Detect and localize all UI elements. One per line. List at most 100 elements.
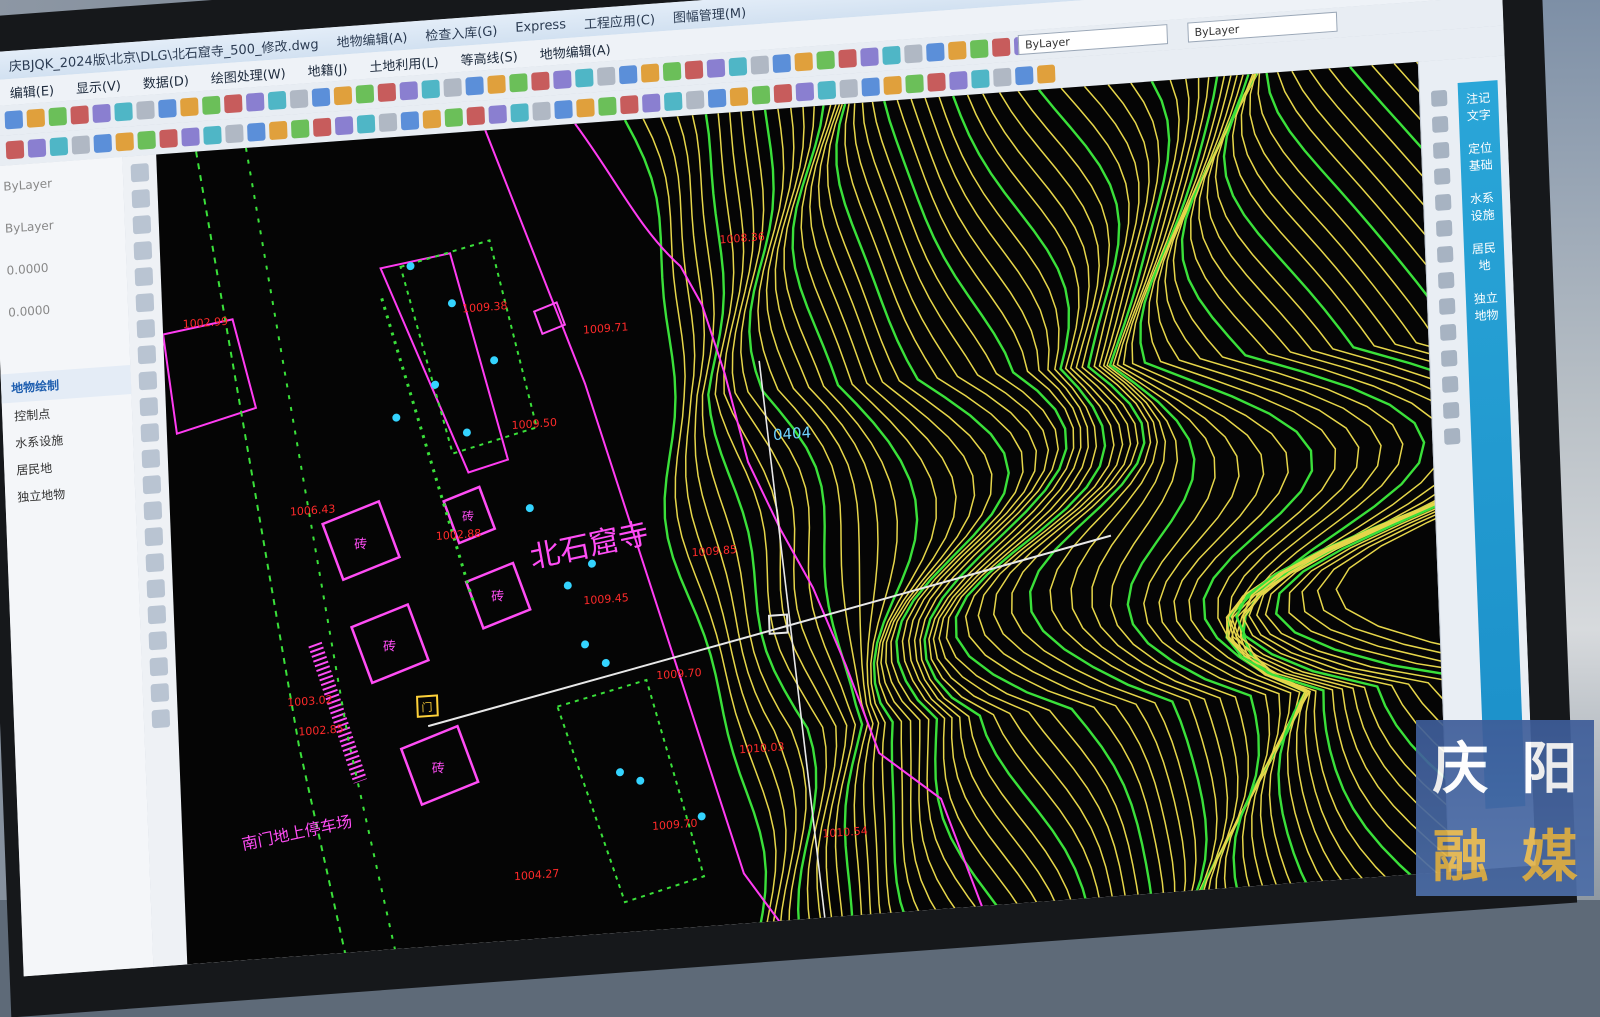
toolbar-button[interactable] [729,86,749,107]
menu-cadastre[interactable]: 地籍(J) [307,58,347,80]
menu-feature[interactable]: 地物编辑(A) [539,38,610,62]
palette-tab[interactable]: 居民地 [1463,230,1505,283]
palette-icon[interactable] [1433,167,1451,185]
draw-tool-button[interactable] [143,501,163,521]
toolbar-button[interactable] [115,132,135,152]
draw-tool-button[interactable] [140,423,160,443]
draw-tool-button[interactable] [132,215,152,235]
menu-view[interactable]: 显示(V) [76,74,122,96]
toolbar-button[interactable] [180,97,199,117]
toolbar-button[interactable] [641,93,661,113]
toolbar-button[interactable] [860,47,879,67]
toolbar-button[interactable] [598,96,617,116]
palette-icon[interactable] [1443,427,1461,445]
toolbar-button[interactable] [839,78,859,99]
toolbar-button[interactable] [993,67,1012,87]
toolbar-button[interactable] [114,102,133,122]
toolbar-button[interactable] [532,101,551,121]
toolbar-button[interactable] [662,61,682,82]
palette-icon[interactable] [1435,219,1453,237]
prop-y[interactable]: 0.0000 [0,283,129,335]
toolbar-button[interactable] [618,65,638,85]
menu-express[interactable]: Express [515,17,566,36]
toolbar-button[interactable] [70,105,89,125]
toolbar-button[interactable] [4,110,24,130]
draw-tool-button[interactable] [151,709,171,729]
palette-icon[interactable] [1442,401,1460,419]
palette-tab[interactable]: 注记文字 [1458,80,1500,133]
draw-tool-button[interactable] [138,371,158,391]
toolbar-button[interactable] [883,75,902,96]
toolbar-button[interactable] [311,87,331,107]
draw-tool-button[interactable] [130,163,150,183]
toolbar-button[interactable] [136,100,155,120]
toolbar-button[interactable] [421,79,441,99]
toolbar-button[interactable] [333,86,353,106]
toolbar-button[interactable] [378,112,398,133]
toolbar-button[interactable] [663,91,683,112]
toolbar-button[interactable] [882,45,901,66]
toolbar-button[interactable] [203,125,222,145]
menu-check-import[interactable]: 检查入库(G) [425,20,498,44]
palette-icon[interactable] [1439,323,1457,341]
toolbar-button[interactable] [684,60,704,80]
toolbar-button[interactable] [268,120,288,141]
toolbar-button[interactable] [181,127,200,147]
toolbar-button[interactable] [794,52,814,72]
draw-tool-button[interactable] [142,475,162,495]
toolbar-button[interactable] [510,103,529,123]
toolbar-button[interactable] [5,140,25,160]
toolbar-button[interactable] [201,95,221,115]
toolbar-button[interactable] [971,69,990,89]
toolbar-button[interactable] [356,114,376,134]
toolbar-button[interactable] [466,106,486,126]
toolbar-button[interactable] [355,84,375,104]
toolbar-button[interactable] [267,90,287,111]
toolbar-button[interactable] [949,70,968,91]
drawing-canvas[interactable]: 1009.38 1009.71 1009.50 1009.85 1009.45 1009.… [156,61,1455,965]
palette-tab[interactable]: 水系设施 [1461,180,1503,233]
toolbar-button[interactable] [27,138,47,158]
menu-landuse[interactable]: 土地利用(L) [369,51,439,75]
menu-draw[interactable]: 绘图处理(W) [210,62,286,86]
toolbar-button[interactable] [553,69,572,90]
draw-tool-button[interactable] [150,683,170,703]
toolbar-button[interactable] [93,133,113,154]
toolbar-button[interactable] [290,119,310,139]
toolbar-button[interactable] [289,89,309,109]
toolbar-button[interactable] [554,99,573,120]
toolbar-button[interactable] [377,82,397,103]
toolbar-button[interactable] [159,128,178,149]
toolbar-button[interactable] [685,90,705,110]
toolbar-button[interactable] [443,77,462,98]
toolbar-button[interactable] [926,42,945,62]
toolbar-button[interactable] [861,77,881,97]
menu-feature-edit[interactable]: 地物编辑(A) [336,26,407,50]
toolbar-button[interactable] [947,40,967,61]
toolbar-button[interactable] [399,81,419,101]
toolbar-button[interactable] [488,104,508,125]
draw-tool-button[interactable] [137,345,157,365]
toolbar-button[interactable] [969,39,989,59]
toolbar-button[interactable] [640,63,660,83]
draw-tool-button[interactable] [146,579,166,599]
draw-tool-button[interactable] [148,631,168,651]
toolbar-button[interactable] [49,136,69,157]
toolbar-button[interactable] [465,76,484,96]
toolbar-button[interactable] [795,82,815,102]
palette-icon[interactable] [1432,141,1450,159]
toolbar-button[interactable] [728,57,748,77]
toolbar-button[interactable] [223,94,243,114]
toolbar-button[interactable] [905,74,924,94]
menu-contour[interactable]: 等高线(S) [460,45,518,68]
toolbar-button[interactable] [750,55,770,75]
topographic-map[interactable]: 1009.38 1009.71 1009.50 1009.85 1009.45 1009.… [156,61,1455,974]
toolbar-button[interactable] [71,135,91,155]
menu-sheet-manage[interactable]: 图幅管理(M) [673,1,747,25]
toolbar-button[interactable] [773,83,793,104]
menu-edit[interactable]: 编辑(E) [9,79,55,101]
toolbar-button[interactable] [1036,64,1056,84]
draw-tool-button[interactable] [147,605,167,625]
toolbar-button[interactable] [92,103,111,124]
toolbar-button[interactable] [620,95,639,115]
